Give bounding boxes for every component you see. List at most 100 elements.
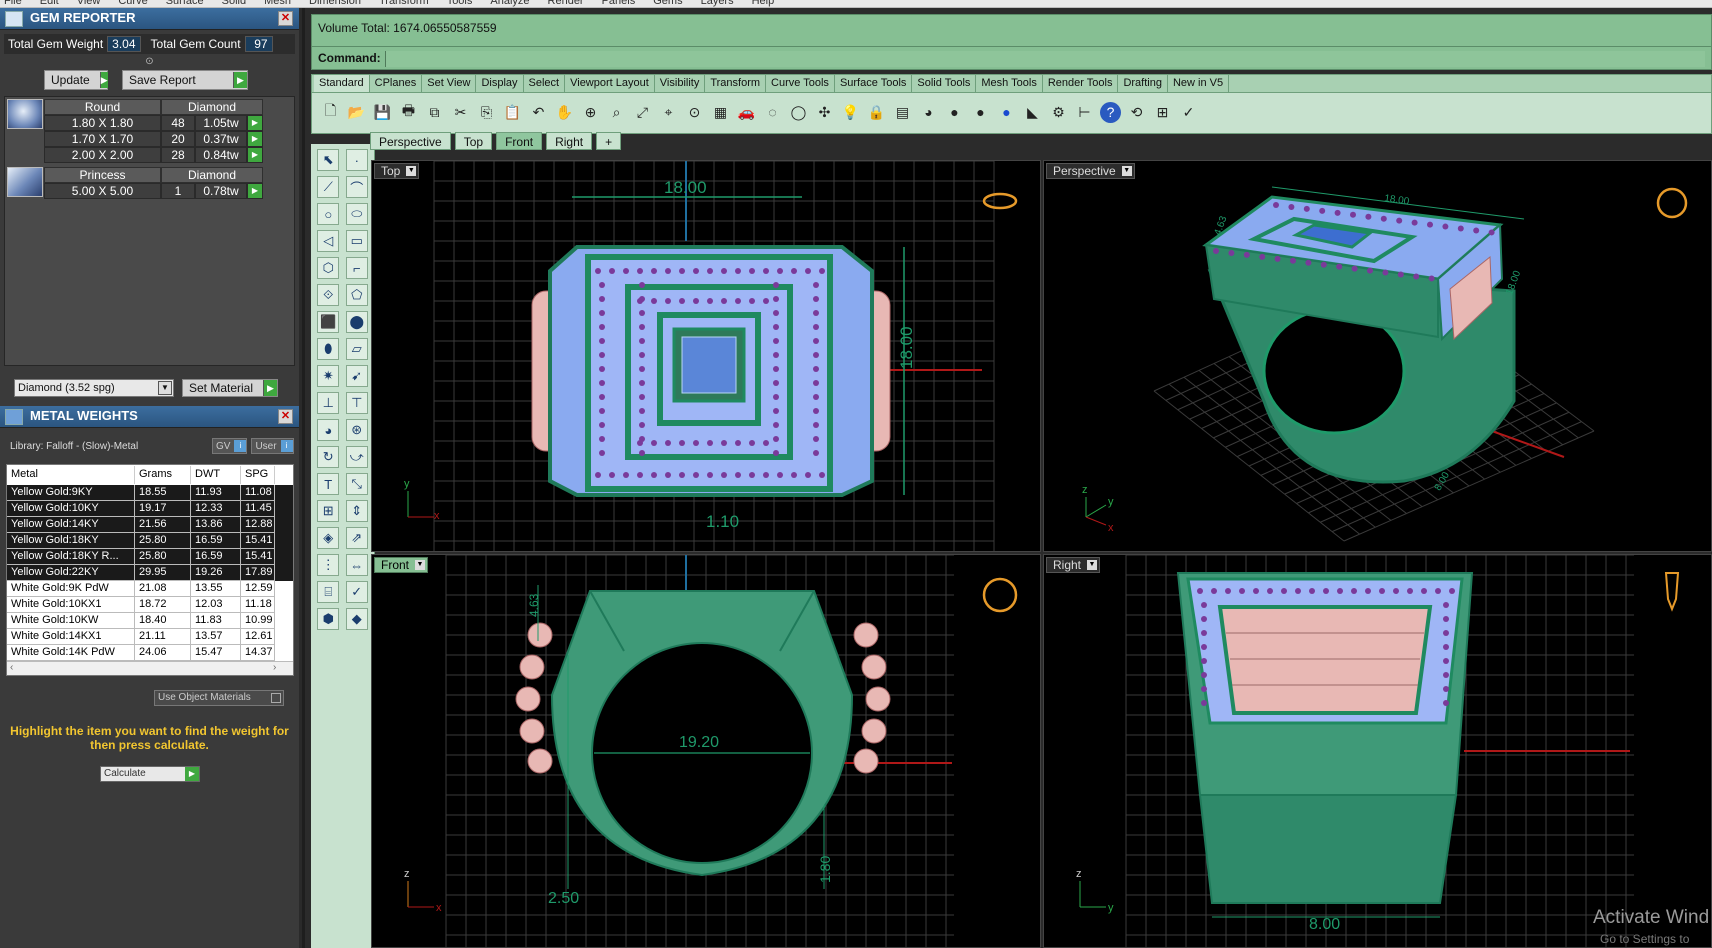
open-icon[interactable]: 📂 (346, 102, 367, 123)
gem-icon[interactable]: ◆ (345, 608, 368, 630)
panel-splitter[interactable]: ⊙ (0, 57, 299, 68)
table-row[interactable]: White Gold:14KX1 21.11 13.57 12.61 (7, 629, 293, 645)
ellipse-icon[interactable]: ⬭ (345, 203, 368, 225)
curve-icon[interactable]: ⌒ (345, 176, 368, 198)
explode-icon[interactable]: ✷ (317, 365, 340, 387)
extrude-icon[interactable]: ➹ (345, 365, 368, 387)
circle-icon[interactable]: ◯ (788, 102, 809, 123)
sphere-render-icon[interactable]: ● (970, 102, 991, 123)
offset-icon[interactable]: ⟐ (317, 284, 340, 306)
viewport-label-top[interactable]: Top ▼ (374, 163, 420, 179)
zoom-window-icon[interactable]: ⌕ (606, 102, 627, 123)
menu-item[interactable]: File (4, 0, 22, 7)
table-row[interactable]: Yellow Gold:10KY 19.17 12.33 11.45 (7, 501, 293, 517)
lock-icon[interactable]: 🔒 (866, 102, 887, 123)
circle-icon[interactable]: ○ (317, 203, 340, 225)
toolbar-tab[interactable]: Visibility (655, 75, 706, 92)
gem-row[interactable]: 5.00 X 5.00 1 0.78tw ▶ (44, 183, 292, 199)
new-icon[interactable]: 🗋 (320, 102, 341, 123)
column-header-metal[interactable]: Metal (7, 466, 135, 484)
shell-icon[interactable]: ◈ (317, 527, 340, 549)
text-icon[interactable]: T (317, 473, 340, 495)
select-gems-icon[interactable]: ▶ (247, 183, 263, 199)
toolbar-tab[interactable]: Solid Tools (912, 75, 977, 92)
boolean-diff-icon[interactable]: ⊛ (345, 419, 368, 441)
flow-icon[interactable]: ⇗ (345, 527, 368, 549)
sweep-icon[interactable]: ⤻ (345, 446, 368, 468)
toolbar-tab[interactable]: Set View (422, 75, 477, 92)
menu-item[interactable]: Analyze (490, 0, 529, 7)
toolbar-tab[interactable]: Standard (314, 75, 370, 92)
layer-icon[interactable]: ▤ (892, 102, 913, 123)
toolbar-tab[interactable]: Viewport Layout (565, 75, 655, 92)
cube-icon[interactable]: ⬢ (317, 608, 340, 630)
menu-item[interactable]: Transform (379, 0, 429, 7)
princess-gem-icon[interactable] (7, 167, 43, 197)
table-row[interactable]: White Gold:10KW 18.40 11.83 10.99 (7, 613, 293, 629)
menu-item[interactable]: Mesh (264, 0, 291, 7)
split-icon[interactable]: ⊥ (317, 392, 340, 414)
toolbar-tab[interactable]: Select (524, 75, 566, 92)
column-header-spg[interactable]: SPG (241, 466, 275, 484)
help-icon[interactable]: ? (1100, 101, 1121, 123)
toolbar-tab[interactable]: Curve Tools (766, 75, 835, 92)
grid-icon[interactable]: ⊞ (1152, 102, 1173, 123)
menu-item[interactable]: Curve (118, 0, 147, 7)
print-icon[interactable]: 🖶 (398, 102, 419, 123)
zoom-in-icon[interactable]: ⊙ (684, 102, 705, 123)
gem-row[interactable]: 1.70 X 1.70 20 0.37tw ▶ (44, 131, 292, 147)
surface-icon[interactable]: ⬠ (345, 284, 368, 306)
viewport-label-right[interactable]: Right ▼ (1046, 557, 1101, 573)
grid-four-view-icon[interactable]: ▦ (710, 102, 731, 123)
toolbar-tab[interactable]: New in V5 (1168, 75, 1230, 92)
point-icon[interactable]: ✣ (814, 102, 835, 123)
gem-row[interactable]: 1.80 X 1.80 48 1.05tw ▶ (44, 115, 292, 131)
blend-icon[interactable]: ⌸ (317, 581, 340, 603)
table-row[interactable]: White Gold:9K PdW 21.08 13.55 12.59 (7, 581, 293, 597)
trim-icon[interactable]: ⊤ (345, 392, 368, 414)
mirror-icon[interactable]: ⇕ (345, 500, 368, 522)
toolbar-tab[interactable]: Render Tools (1043, 75, 1119, 92)
menu-item[interactable]: Layers (701, 0, 734, 7)
scroll-right-icon[interactable]: › (273, 662, 276, 673)
box-icon[interactable]: ⬛ (317, 311, 340, 333)
menu-item[interactable]: Edit (40, 0, 59, 7)
table-row[interactable]: Yellow Gold:18KY 25.80 16.59 15.41 (7, 533, 293, 549)
sphere-icon[interactable]: ⬤ (345, 311, 368, 333)
rectangle-icon[interactable]: ▭ (345, 230, 368, 252)
rotate-icon[interactable]: ⊕ (580, 102, 601, 123)
column-header-dwt[interactable]: DWT (191, 466, 241, 484)
polyline-icon[interactable]: ⟋ (317, 176, 340, 198)
viewport-label-perspective[interactable]: Perspective ▼ (1046, 163, 1135, 179)
table-row[interactable]: White Gold:14K PdW 24.06 15.47 14.37 (7, 645, 293, 661)
cut-icon[interactable]: ✂ (450, 102, 471, 123)
paste-icon[interactable]: 📋 (502, 102, 523, 123)
move-icon[interactable]: ⇔ (345, 554, 368, 576)
select-gems-icon[interactable]: ▶ (247, 131, 263, 147)
array-icon[interactable]: ⊞ (317, 500, 340, 522)
use-object-materials-toggle[interactable]: Use Object Materials (154, 690, 284, 706)
car-icon[interactable]: 🚗 (736, 102, 757, 123)
menu-item[interactable]: Dimension (309, 0, 361, 7)
sphere-shaded-icon[interactable]: ● (944, 102, 965, 123)
table-row[interactable]: Yellow Gold:18KY R... 25.80 16.59 15.41 (7, 549, 293, 565)
material-select[interactable]: Diamond (3.52 spg) ▼ (14, 379, 174, 397)
select-gems-icon[interactable]: ▶ (247, 115, 263, 131)
sphere-blue-icon[interactable]: ● (996, 102, 1017, 123)
gear-icon[interactable]: ⚙ (1048, 102, 1069, 123)
color-wheel-icon[interactable]: ◕ (918, 102, 939, 123)
zoom-selected-icon[interactable]: ⌖ (658, 102, 679, 123)
toolbar-tab[interactable]: Mesh Tools (976, 75, 1043, 92)
zoom-extents-icon[interactable]: ⤢ (632, 102, 653, 123)
calculate-button[interactable]: Calculate ▶ (100, 766, 200, 782)
highlight-icon[interactable]: ◣ (1022, 102, 1043, 123)
toolbar-tab[interactable]: Drafting (1118, 75, 1168, 92)
plane-icon[interactable]: ▱ (345, 338, 368, 360)
menu-item[interactable]: Gems (653, 0, 682, 7)
toolbar-tab[interactable]: CPlanes (370, 75, 423, 92)
import-icon[interactable]: ⧉ (424, 102, 445, 123)
save-report-button[interactable]: Save Report ▶ (122, 70, 248, 90)
boolean-union-icon[interactable]: ◕ (317, 419, 340, 441)
pan-icon[interactable]: ✋ (554, 102, 575, 123)
metal-weights-close-icon[interactable]: ✕ (278, 409, 293, 424)
